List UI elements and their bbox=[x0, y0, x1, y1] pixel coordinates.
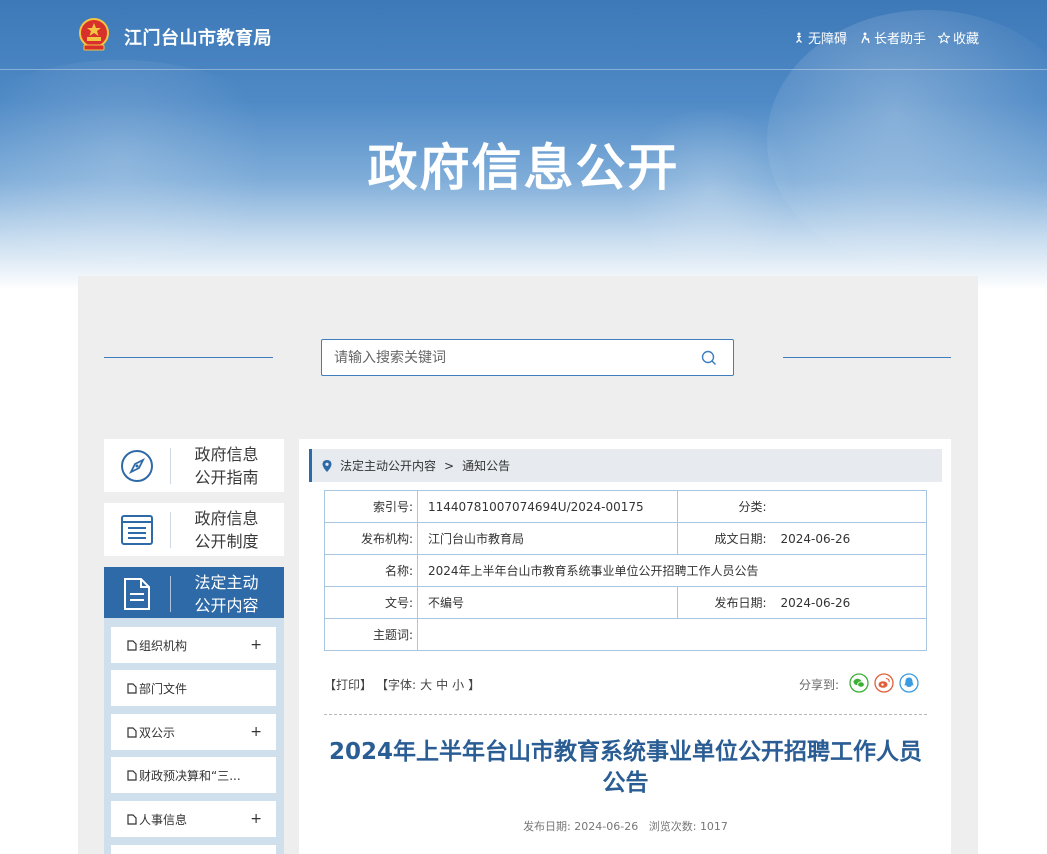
font-large-button[interactable]: 大 bbox=[420, 676, 432, 693]
elder-helper-link[interactable]: 长者助手 bbox=[859, 28, 926, 47]
weibo-share-icon[interactable] bbox=[874, 673, 894, 693]
nav-card-label: 政府信息公开制度 bbox=[194, 508, 259, 551]
list-icon bbox=[121, 514, 153, 545]
publisher-value: 江门台山市教育局 bbox=[417, 522, 678, 555]
created-date-label: 成文日期: bbox=[677, 522, 771, 555]
index-label: 索引号: bbox=[324, 490, 418, 523]
docno-label: 文号: bbox=[324, 586, 418, 619]
publisher-label: 发布机构: bbox=[324, 522, 418, 555]
created-date-value: 2024-06-26 bbox=[770, 522, 927, 555]
nav-card-label: 政府信息公开指南 bbox=[194, 444, 259, 487]
accessibility-link[interactable]: 无障碍 bbox=[793, 28, 847, 47]
star-icon bbox=[937, 31, 950, 44]
header-banner: 江门台山市教育局 无障碍 长者助手 收藏 政府信息公开 bbox=[0, 0, 1047, 290]
banner-title: 政府信息公开 bbox=[367, 139, 680, 197]
sidebar-item-label: 组织机构 bbox=[139, 638, 188, 653]
accessibility-label: 无障碍 bbox=[807, 32, 847, 47]
sidebar-item-budget[interactable]: 财政预决算和“三... bbox=[111, 757, 276, 793]
subject-value bbox=[417, 618, 927, 651]
category-value bbox=[770, 490, 927, 523]
docno-value: 不编号 bbox=[417, 586, 678, 619]
name-label: 名称: bbox=[324, 554, 418, 587]
sidebar-item-more[interactable] bbox=[111, 845, 276, 854]
doc-icon bbox=[127, 813, 137, 825]
table-row: 主题词: bbox=[324, 618, 927, 651]
breadcrumb: 法定主动公开内容 > 通知公告 bbox=[309, 449, 942, 482]
site-name[interactable]: 江门台山市教育局 bbox=[124, 24, 272, 50]
nav-card-label: 法定主动公开内容 bbox=[194, 572, 259, 615]
doc-icon bbox=[127, 682, 137, 694]
article-title: 2024年上半年台山市教育系统事业单位公开招聘工作人员公告 bbox=[328, 739, 922, 796]
published-date-label: 发布日期: bbox=[677, 586, 771, 619]
favorite-link[interactable]: 收藏 bbox=[937, 28, 979, 47]
elder-helper-label: 长者助手 bbox=[873, 32, 926, 47]
document-icon bbox=[124, 577, 150, 610]
font-size-prefix: 【字体: bbox=[376, 678, 417, 692]
name-value: 2024年上半年台山市教育系统事业单位公开招聘工作人员公告 bbox=[417, 554, 927, 587]
expand-icon[interactable]: + bbox=[250, 811, 262, 827]
sidebar-item-label: 部门文件 bbox=[139, 681, 188, 696]
published-date-value: 2024-06-26 bbox=[770, 586, 927, 619]
sidebar-item-label: 财政预决算和“三... bbox=[139, 768, 241, 783]
compass-icon bbox=[121, 449, 153, 482]
category-label: 分类: bbox=[677, 490, 771, 523]
qq-share-icon[interactable] bbox=[899, 673, 919, 693]
table-row: 索引号: 11440781007074694U/2024-00175 分类: bbox=[324, 490, 927, 523]
doc-icon bbox=[127, 769, 137, 781]
doc-icon bbox=[127, 726, 137, 738]
nav-card-statutory[interactable]: 法定主动公开内容 bbox=[104, 567, 284, 620]
sidebar-item-organization[interactable]: 组织机构 + bbox=[111, 627, 276, 663]
doc-icon bbox=[127, 639, 137, 651]
article-views-label: 浏览次数: bbox=[648, 820, 697, 833]
search-decor-line-left bbox=[104, 357, 273, 358]
elder-helper-icon bbox=[861, 32, 870, 43]
document-meta-table: 索引号: 11440781007074694U/2024-00175 分类: 发… bbox=[324, 490, 927, 651]
breadcrumb-separator: > bbox=[444, 458, 455, 473]
breadcrumb-level1[interactable]: 法定主动公开内容 bbox=[340, 457, 436, 474]
nav-card-system[interactable]: 政府信息公开制度 bbox=[104, 503, 284, 556]
font-small-button[interactable]: 小 bbox=[452, 676, 464, 693]
article-views-value: 1017 bbox=[699, 820, 728, 833]
table-row: 文号: 不编号 发布日期: 2024-06-26 bbox=[324, 586, 927, 619]
subject-label: 主题词: bbox=[324, 618, 418, 651]
sidebar-item-double-publicity[interactable]: 双公示 + bbox=[111, 714, 276, 750]
favorite-label: 收藏 bbox=[952, 32, 979, 47]
top-links: 无障碍 长者助手 收藏 bbox=[793, 28, 979, 47]
breadcrumb-level2[interactable]: 通知公告 bbox=[462, 457, 510, 474]
sidebar-item-label: 双公示 bbox=[139, 725, 176, 740]
font-medium-button[interactable]: 中 bbox=[436, 676, 448, 693]
index-value: 11440781007074694U/2024-00175 bbox=[417, 490, 678, 523]
font-size-suffix: 】 bbox=[468, 678, 481, 692]
sidebar-item-personnel[interactable]: 人事信息 + bbox=[111, 801, 276, 837]
sidebar-item-label: 人事信息 bbox=[139, 812, 188, 827]
article-date-value: 2024-06-26 bbox=[574, 820, 639, 833]
share-label: 分享到: bbox=[799, 678, 840, 692]
topbar-divider bbox=[0, 69, 1047, 70]
expand-icon[interactable]: + bbox=[250, 724, 262, 740]
search-input[interactable] bbox=[322, 340, 682, 375]
search-box bbox=[321, 339, 734, 376]
search-icon[interactable] bbox=[701, 350, 717, 366]
wechat-share-icon[interactable] bbox=[849, 673, 869, 693]
national-emblem-icon bbox=[79, 18, 109, 51]
search-decor-line-right bbox=[783, 357, 951, 358]
article-tools: 【打印】 【字体: 大 中 小 】 bbox=[324, 676, 480, 693]
table-row: 发布机构: 江门台山市教育局 成文日期: 2024-06-26 bbox=[324, 522, 927, 555]
print-button[interactable]: 【打印】 bbox=[324, 676, 372, 693]
accessibility-icon bbox=[795, 32, 802, 43]
nav-card-guide[interactable]: 政府信息公开指南 bbox=[104, 439, 284, 492]
content-divider bbox=[324, 714, 927, 715]
article-meta: 发布日期: 2024-06-26 浏览次数: 1017 bbox=[324, 818, 927, 834]
sidebar-item-department-files[interactable]: 部门文件 bbox=[111, 670, 276, 706]
article-date-label: 发布日期: bbox=[523, 820, 571, 833]
expand-icon[interactable]: + bbox=[250, 637, 262, 653]
table-row: 名称: 2024年上半年台山市教育系统事业单位公开招聘工作人员公告 bbox=[324, 554, 927, 587]
location-pin-icon bbox=[322, 459, 332, 472]
